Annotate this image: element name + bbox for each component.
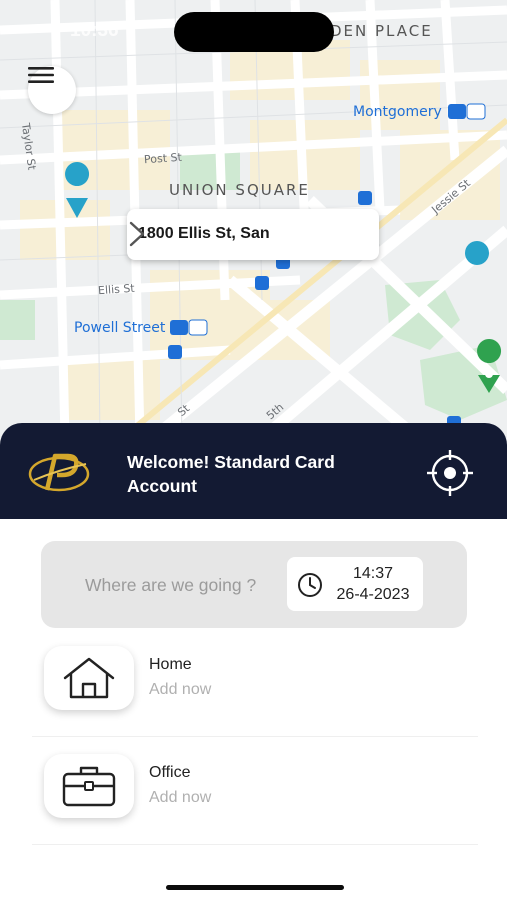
office-icon-box bbox=[44, 754, 134, 818]
status-bar-time: 10:36 bbox=[70, 20, 119, 41]
map-label-post-st: Post St bbox=[143, 150, 183, 167]
clock-icon bbox=[298, 573, 322, 597]
saved-place-subtitle: Add now bbox=[149, 789, 212, 806]
welcome-panel: Welcome! Standard Card Account bbox=[0, 423, 507, 519]
hamburger-icon bbox=[28, 67, 54, 83]
schedule-date: 26-4-2023 bbox=[336, 586, 410, 603]
destination-placeholder: Where are we going ? bbox=[85, 575, 257, 595]
saved-place-subtitle: Add now bbox=[149, 681, 212, 698]
map-label-top-place: DEN PLACE bbox=[330, 22, 433, 40]
saved-place-office[interactable]: Office Add now bbox=[32, 754, 478, 845]
brand-logo bbox=[28, 453, 90, 492]
welcome-text: Welcome! Standard Card Account bbox=[127, 452, 335, 496]
map-label-powell-street[interactable]: Powell Street bbox=[74, 320, 165, 336]
briefcase-icon bbox=[62, 766, 116, 807]
address-text: 1800 Ellis St, San bbox=[138, 225, 270, 242]
locate-me-icon[interactable] bbox=[425, 448, 475, 498]
home-indicator[interactable] bbox=[166, 885, 344, 890]
schedule-time: 14:37 bbox=[352, 565, 394, 582]
saved-place-title: Home bbox=[149, 656, 192, 673]
map-label-union-square: UNION SQUARE bbox=[169, 181, 310, 199]
saved-place-home[interactable]: Home Add now bbox=[32, 646, 478, 737]
map-label-montgomery[interactable]: Montgomery bbox=[353, 104, 442, 120]
home-icon-box bbox=[44, 646, 134, 710]
schedule-time-button[interactable]: 14:37 26-4-2023 bbox=[287, 557, 423, 611]
chevron-right-icon bbox=[129, 221, 145, 247]
address-card[interactable]: 1800 Ellis St, San bbox=[127, 209, 379, 260]
dynamic-island bbox=[174, 12, 334, 52]
saved-place-title: Office bbox=[149, 764, 191, 781]
map-view[interactable]: DEN PLACE Montgomery Post St Taylor St U… bbox=[0, 0, 507, 440]
house-icon bbox=[63, 657, 115, 699]
menu-button[interactable] bbox=[28, 66, 76, 114]
map-label-ellis-st: Ellis St bbox=[97, 281, 136, 298]
